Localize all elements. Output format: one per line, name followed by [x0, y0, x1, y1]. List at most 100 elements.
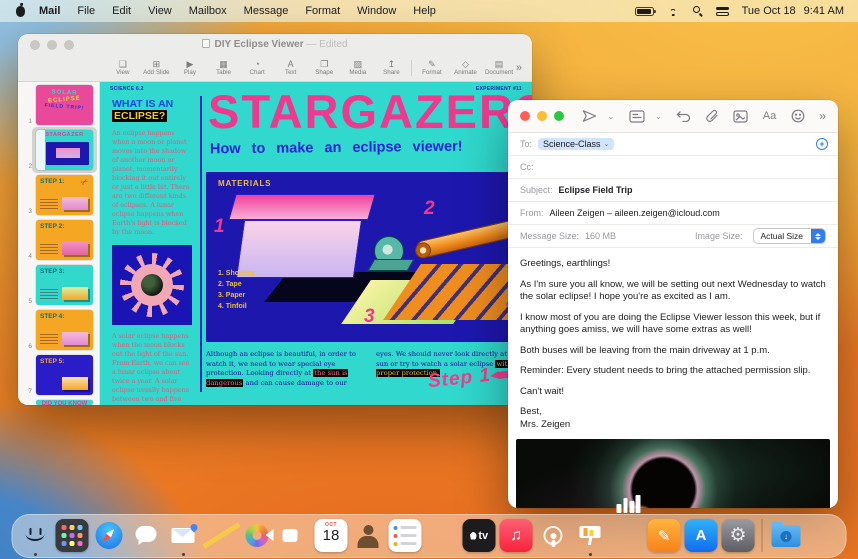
dock-contacts[interactable] [352, 519, 385, 555]
dock-maps[interactable] [189, 519, 241, 555]
slide-thumbnail-5[interactable]: 5 STEP 3: [18, 265, 100, 305]
emoji-button[interactable] [791, 109, 805, 123]
mail-toolbar[interactable]: ⌄ ⌄ Aa » [508, 100, 838, 133]
slide-thumbnail-2-selected[interactable]: 2 STARGAZER [18, 127, 100, 173]
battery-icon[interactable] [634, 6, 656, 16]
format-button[interactable]: ✎ Format [415, 59, 449, 77]
materials-label: MATERIALS [218, 179, 272, 188]
dock-appletv[interactable]: tv [462, 519, 496, 555]
token-chevron-icon: ⌄ [603, 141, 610, 148]
slide-subhead: How to make an eclipse viewer! [209, 138, 463, 158]
text-icon: A [287, 59, 294, 69]
document-button[interactable]: ▤ Document [482, 59, 516, 77]
send-button[interactable] [582, 109, 597, 123]
message-body[interactable]: Greetings, earthlings! As I'm sure you a… [508, 248, 838, 431]
attach-button[interactable] [706, 109, 719, 123]
format-button[interactable]: Aa [763, 110, 776, 122]
view-button[interactable]: ❑ View [106, 59, 140, 77]
close-button[interactable] [520, 111, 530, 121]
menu-bar-clock[interactable]: Tue Oct 18 9:41 AM [742, 5, 844, 17]
zoom-button[interactable] [554, 111, 564, 121]
menu-item-edit[interactable]: Edit [112, 5, 131, 17]
eclipse-photo-attachment[interactable] [516, 439, 830, 508]
undo-button[interactable] [676, 110, 691, 122]
menu-item-view[interactable]: View [148, 5, 172, 17]
body-paragraph: Best, Mrs. Zeigen [520, 406, 571, 430]
chart-icon: ◔ [254, 59, 260, 69]
running-indicator [33, 553, 37, 556]
share-button[interactable]: ↥ Share [375, 59, 409, 77]
photo-browser-button[interactable] [733, 109, 748, 123]
dock-downloads[interactable]: ↓ [770, 519, 803, 555]
dock-notes[interactable] [426, 519, 459, 555]
subject-value: Eclipse Field Trip [558, 185, 633, 195]
slide-thumbnail-6[interactable]: 6 STEP 4: [18, 310, 100, 350]
keynote-title-bar[interactable]: DIY Eclipse Viewer — Edited [18, 34, 532, 55]
dock-keynote[interactable] [574, 519, 607, 556]
slide-navigator[interactable]: 1 SOLAR ECLIPSE FIELD TRIP! 2 STARGAZER … [18, 82, 100, 405]
menu-item-format[interactable]: Format [305, 5, 340, 17]
cc-field[interactable]: Cc: [508, 156, 838, 179]
slide-thumbnail-3[interactable]: 3 STEP 1: ✂ [18, 175, 100, 215]
add-slide-button[interactable]: ⊞ Add Slide [140, 59, 174, 77]
menu-item-mailbox[interactable]: Mailbox [189, 5, 227, 17]
recipient-token[interactable]: Science-Class ⌄ [538, 138, 615, 150]
search-icon[interactable] [692, 6, 703, 16]
app-store-icon: A [684, 519, 718, 552]
dock-music[interactable]: ♫ [499, 519, 533, 555]
menu-item-mail[interactable]: Mail [39, 5, 60, 17]
dock-trash[interactable] [807, 519, 840, 555]
slide-thumbnail-7[interactable]: 7 STEP 5: [18, 355, 100, 395]
header-fields-chevron-icon[interactable]: ⌄ [655, 112, 662, 121]
toolbar-overflow-button[interactable]: » [819, 109, 826, 123]
dock-podcasts[interactable] [537, 519, 570, 555]
mail-traffic-lights[interactable] [520, 111, 564, 121]
send-options-chevron-icon[interactable]: ⌄ [607, 112, 614, 121]
dock-numbers[interactable] [611, 495, 644, 555]
slide-thumbnail-8[interactable]: DID YOU KNOW [18, 400, 100, 405]
dock-settings[interactable]: ⚙ [721, 519, 755, 555]
slide-thumbnail-4[interactable]: 4 STEP 2: [18, 220, 100, 260]
earth-icon [141, 274, 163, 296]
slide-thumbnail-1[interactable]: 1 SOLAR ECLIPSE FIELD TRIP! [18, 85, 100, 125]
slide-canvas[interactable]: SCIENCE 6.2 EXPERIMENT #11 WHAT IS AN EC… [100, 82, 532, 405]
chart-button[interactable]: ◔ Chart [240, 59, 274, 77]
dock-safari[interactable] [93, 519, 126, 555]
wifi-icon[interactable] [667, 6, 680, 16]
sun-illustration [112, 245, 192, 325]
dock-reminders[interactable] [388, 519, 422, 555]
menu-item-help[interactable]: Help [413, 5, 436, 17]
calendar-icon: OCT 18 [314, 519, 348, 552]
apple-logo-icon[interactable] [16, 2, 25, 17]
dock-messages[interactable] [130, 519, 163, 555]
menu-item-file[interactable]: File [77, 5, 95, 17]
dock-facetime[interactable] [265, 519, 311, 555]
add-recipient-button[interactable]: + [816, 138, 828, 150]
from-field[interactable]: From: Aileen Zeigen – aileen.zeigen@iclo… [508, 202, 838, 225]
table-icon: ▦ [219, 59, 228, 69]
to-field[interactable]: To: Science-Class ⌄ + [508, 133, 838, 156]
media-button[interactable]: ▨ Media [341, 59, 375, 77]
text-button[interactable]: A Text [274, 59, 308, 77]
body-paragraph: Reminder: Every student needs to bring t… [520, 365, 811, 376]
toolbar-overflow-button[interactable]: » [516, 62, 522, 74]
dock-launchpad[interactable] [55, 519, 89, 555]
dock-pages[interactable]: ✎ [647, 519, 681, 555]
menu-item-window[interactable]: Window [357, 5, 396, 17]
subject-field[interactable]: Subject: Eclipse Field Trip [508, 179, 838, 202]
dock-calendar[interactable]: OCT 18 [314, 519, 348, 555]
menu-item-message[interactable]: Message [244, 5, 289, 17]
eclipse-paragraph-2: A solar eclipse happens when the moon bl… [112, 332, 193, 405]
shape-button[interactable]: ❐ Shape [307, 59, 341, 77]
dock-appstore[interactable]: A [684, 519, 718, 555]
header-fields-button[interactable] [629, 109, 645, 123]
materials-number-1: 1 [214, 216, 225, 237]
dock-finder[interactable] [19, 519, 52, 556]
image-size-select[interactable]: Actual Size [753, 228, 826, 244]
control-center-icon[interactable] [715, 6, 729, 16]
animate-button[interactable]: ◇ Animate [449, 59, 483, 77]
table-button[interactable]: ▦ Table [207, 59, 241, 77]
document-icon [202, 39, 211, 48]
minimize-button[interactable] [537, 111, 547, 121]
play-button[interactable]: ▶ Play [173, 59, 207, 77]
